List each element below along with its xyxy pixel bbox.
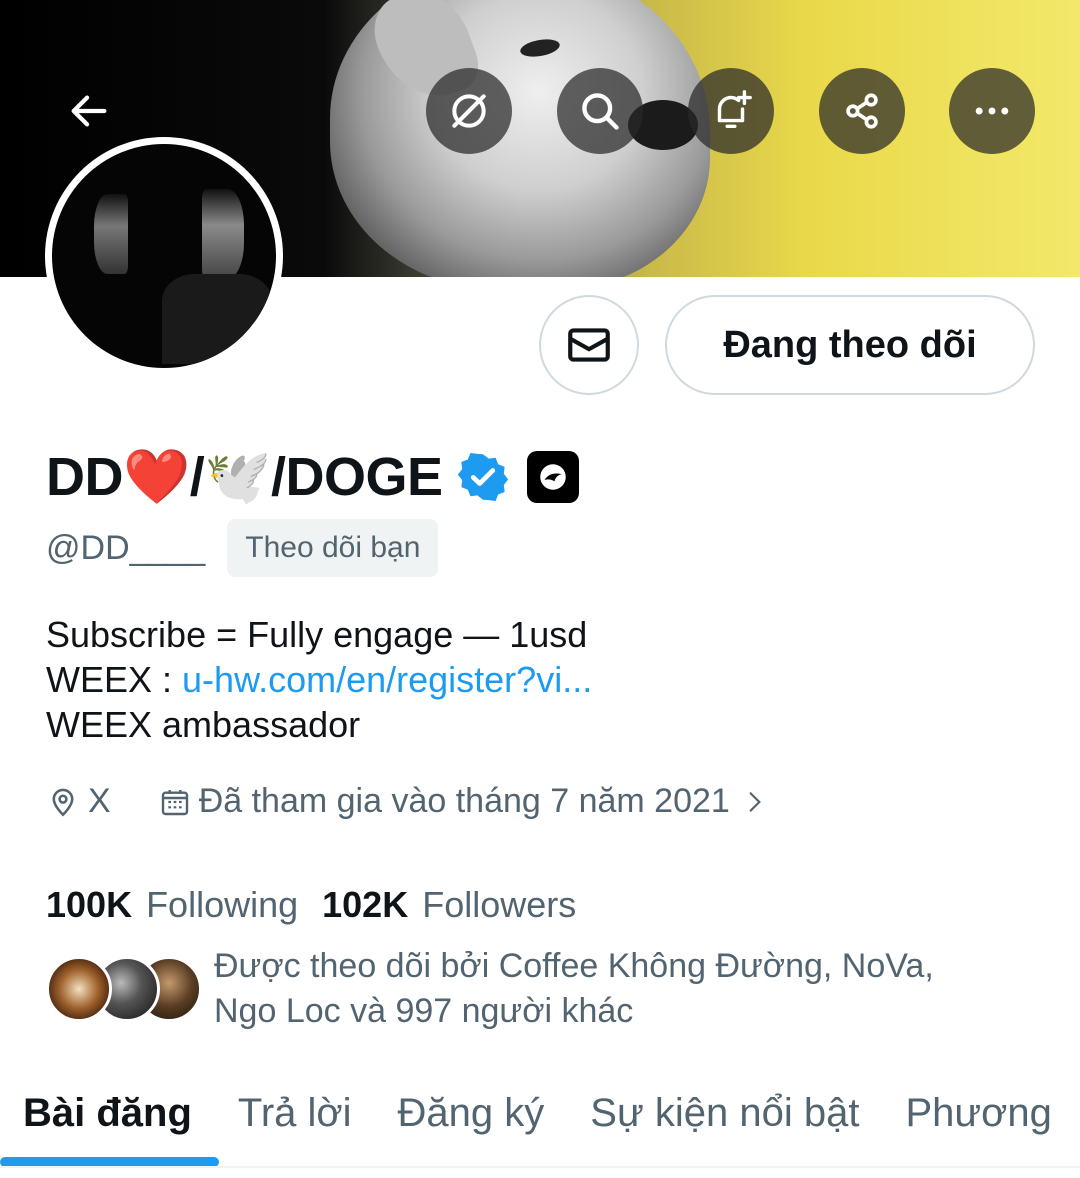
profile-tabs: Bài đăng Trả lời Đăng ký Sự kiện nổi bật… [0, 1060, 1080, 1166]
share-button[interactable] [819, 68, 905, 154]
bio-line-1: Subscribe = Fully engage — 1usd [46, 614, 588, 655]
avatar-face-left [94, 194, 128, 274]
name-row: DD❤️/🕊️/DOGE [46, 442, 579, 512]
bio-line-3: WEEX ambassador [46, 704, 361, 745]
grok-button[interactable] [426, 68, 512, 154]
handle: @DD____ [46, 528, 206, 567]
calendar-icon [161, 789, 188, 815]
bio-line-2-prefix: WEEX : [46, 659, 183, 700]
followed-by-line-1: Được theo dõi bởi Coffee Không Đường, No… [214, 947, 934, 985]
following-label[interactable]: Following [146, 884, 298, 926]
location-text: X [88, 782, 111, 820]
bio: Subscribe = Fully engage — 1usd WEEX : u… [46, 612, 592, 747]
following-button[interactable]: Đang theo dõi [665, 295, 1035, 395]
followed-by-line-2: Ngo Loc và 997 người khác [214, 992, 634, 1030]
avatar-body [162, 274, 272, 364]
location: X [46, 782, 111, 821]
followed-by[interactable]: Được theo dõi bởi Coffee Không Đường, No… [46, 944, 1014, 1036]
following-count[interactable]: 100K [46, 884, 132, 926]
follows-you-badge: Theo dõi bạn [227, 519, 439, 577]
more-button[interactable] [949, 68, 1035, 154]
chevron-right-icon [749, 791, 761, 812]
search-button[interactable] [557, 68, 643, 154]
join-date[interactable]: Đã tham gia vào tháng 7 năm 2021 [159, 782, 776, 821]
bio-line-2: WEEX : u-hw.com/en/register?vi... [46, 657, 592, 702]
follower-avatars [46, 956, 206, 1036]
display-name: DD❤️/🕊️/DOGE [46, 446, 443, 507]
location-pin-icon [52, 788, 74, 817]
envelope-icon [568, 328, 610, 362]
tab-highlights[interactable]: Sự kiện nổi bật [567, 1060, 882, 1166]
handle-row: @DD____ Theo dõi bạn [46, 519, 439, 577]
verified-badge-icon[interactable] [457, 451, 509, 503]
bell-plus-icon [717, 90, 752, 129]
follow-stats: 100K Following 102K Followers [46, 884, 600, 926]
avatar-image [52, 144, 276, 368]
notify-button[interactable] [688, 68, 774, 154]
followers-label[interactable]: Followers [422, 884, 576, 926]
tab-replies[interactable]: Trả lời [215, 1060, 375, 1166]
profile-meta: X Đã tham gia vào tháng 7 năm 2021 [46, 782, 776, 821]
back-button[interactable] [46, 68, 132, 154]
avatar [46, 956, 112, 1022]
affiliate-badge-icon[interactable] [526, 451, 579, 503]
grok-icon [452, 94, 486, 128]
tabs-divider [0, 1166, 1080, 1168]
tab-media[interactable]: Phương [882, 1060, 1074, 1166]
tab-subscriptions[interactable]: Đăng ký [375, 1060, 568, 1166]
more-icon [975, 107, 1009, 115]
followed-by-text: Được theo dõi bởi Coffee Không Đường, No… [214, 944, 1014, 1036]
tab-posts[interactable]: Bài đăng [0, 1060, 215, 1166]
search-icon [582, 93, 619, 130]
bio-link[interactable]: u-hw.com/en/register?vi... [182, 659, 592, 700]
arrow-left-icon [71, 95, 107, 127]
profile-avatar[interactable] [45, 137, 283, 375]
affiliate-logo-icon [539, 464, 566, 490]
message-button[interactable] [539, 295, 639, 395]
share-icon [846, 93, 878, 129]
avatar-face-right [202, 189, 244, 279]
followers-count[interactable]: 102K [322, 884, 408, 926]
join-date-text: Đã tham gia vào tháng 7 năm 2021 [198, 782, 730, 820]
